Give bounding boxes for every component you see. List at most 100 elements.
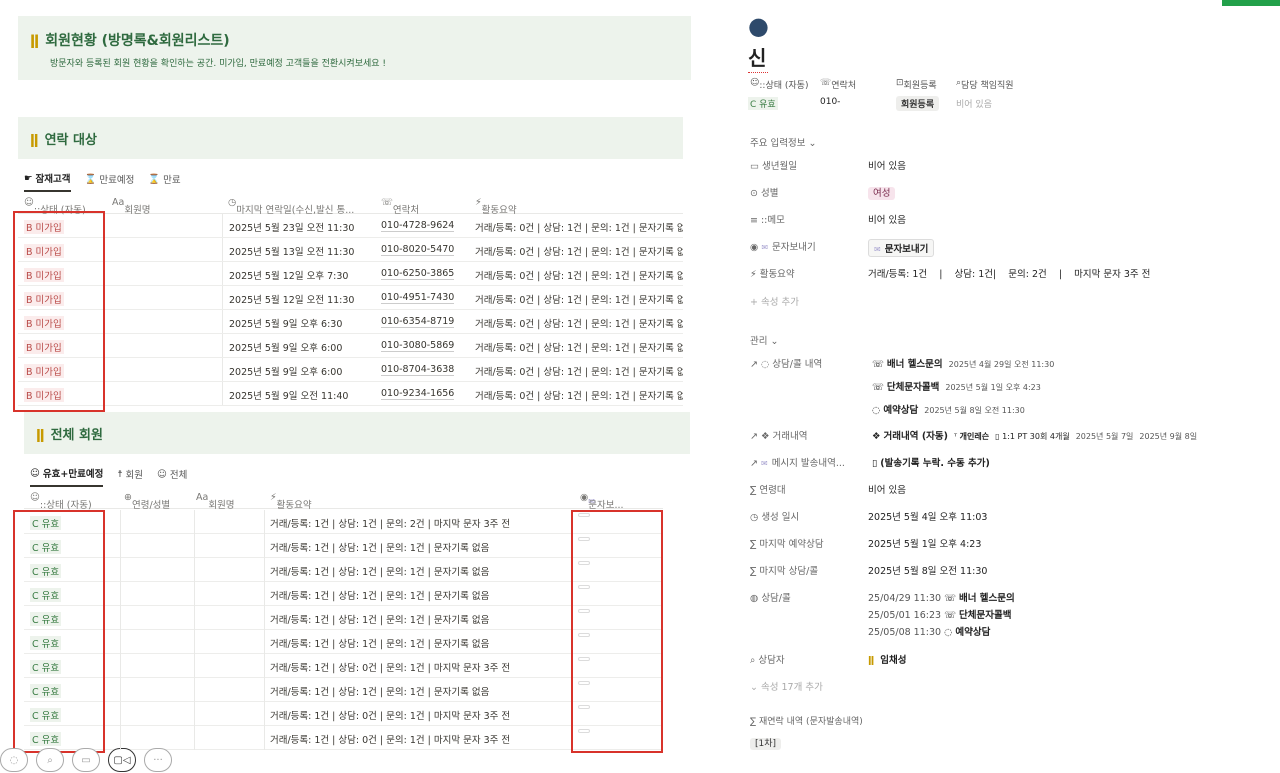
- table-row[interactable]: B 미가입●심2025년 5월 13일 오전 11:30010-8020-547…: [18, 238, 683, 262]
- relation-icon: ↗ ✉ 메시지 발송내역...: [750, 458, 845, 469]
- rollup-icon: ◍ 상담/콜: [750, 593, 791, 604]
- col-status-header[interactable]: ☺ ::상태 (자동): [30, 492, 92, 511]
- col-name-header[interactable]: Aa 회원명: [196, 492, 235, 511]
- activity-summary: 거래/등록: 0건 | 상담: 1건 | 문의: 1건 | 문자기록 없: [475, 367, 683, 378]
- activity-summary: 거래/등록: 1건 | 상담: 1건 | 문의: 1건 | 문자기록 없음: [270, 639, 490, 650]
- col-sms-header[interactable]: ◉ ✉ 문자보...: [580, 492, 624, 511]
- members-section-callout: ǁ 전체 회원: [24, 412, 690, 454]
- contact-section-callout: ǁ 연락 대상: [18, 117, 683, 159]
- hourglass-icon: ⌛: [148, 173, 161, 185]
- consult-item[interactable]: ◌ 예약상담 2025년 5월 8일 오전 11:30: [872, 402, 1025, 416]
- members-table-header: ☺ ::상태 (자동) ⊕ 연령/성별 Aa 회원명 ⚡ 활동요약 ◉ ✉ 문자보…: [24, 487, 663, 511]
- screen-icon[interactable]: ▭: [72, 748, 100, 772]
- table-row[interactable]: B 미가입●김2025년 5월 9일 오후 6:00010-8704-3638거…: [18, 358, 683, 382]
- manager-value[interactable]: 비어 있음: [956, 97, 992, 110]
- table-row[interactable]: B 미가입●김2025년 5월 23일 오전 11:30010-4728-962…: [18, 214, 683, 238]
- table-row[interactable]: B 미가입●방2025년 5월 9일 오전 11:40010-9234-1656…: [18, 382, 683, 406]
- activity-summary: 거래/등록: 1건 | 상담: 1건 | 문의: 1건 | 문자기록 없음: [270, 615, 490, 626]
- activity-summary: 거래/등록: 1건 | 상담: 1건 | 문의: 1건 | 문자기록 없음: [270, 543, 490, 554]
- table-row[interactable]: B 미가입●남2025년 5월 9일 오후 6:30010-6354-8719거…: [18, 310, 683, 334]
- tab-potential[interactable]: ☛ 잠재고객: [24, 171, 71, 192]
- msg-item[interactable]: ▯ (발송기록 누락. 수동 추가): [872, 455, 990, 469]
- calendar-icon: ▭ 생년월일: [750, 161, 797, 172]
- tab-expiring[interactable]: ⌛ 만료예정: [85, 171, 135, 192]
- sms-button[interactable]: ✉문자보내기: [868, 239, 935, 257]
- phone-value[interactable]: 010-3080-5869: [381, 340, 455, 352]
- activity-summary: 거래/등록: 0건 | 상담: 1건 | 문의: 1건 | 문자기록 없: [475, 223, 683, 234]
- column-divider: [264, 510, 265, 750]
- contact-tabs: ☛ 잠재고객 ⌛ 만료예정 ⌛ 만료: [24, 171, 181, 192]
- table-row[interactable]: B 미가입●장2025년 5월 12일 오후 7:30010-6250-3865…: [18, 262, 683, 286]
- last-contact-date: 2025년 5월 23일 오전 11:30: [229, 223, 355, 234]
- status-label: ☺ ::상태 (자동): [750, 78, 809, 91]
- relation-icon: ↗ ◌ 상담/콜 내역: [750, 359, 823, 370]
- detail-title[interactable]: 신: [748, 42, 769, 73]
- col-phone-header[interactable]: ☏ 연락처: [381, 197, 419, 216]
- consult-item[interactable]: ☏ 단체문자콜백 2025년 5월 1일 오후 4:23: [872, 379, 1041, 393]
- consult-item[interactable]: ☏ 배너 헬스문의 2025년 4월 29일 오전 11:30: [872, 356, 1054, 370]
- col-lastcontact-header[interactable]: ◷ 마지막 연락일(수신,발신 통...: [228, 197, 354, 216]
- register-value[interactable]: 회원등록: [896, 96, 940, 111]
- highlight-box-status: [13, 211, 105, 412]
- activity-summary: 거래/등록: 1건 | 상담: 0건 | 문의: 1건 | 마지막 문자 3주 …: [270, 735, 511, 746]
- highlight-box-status: [13, 510, 105, 753]
- avatar-icon: ●: [748, 12, 769, 40]
- hand-icon: ☛: [24, 172, 33, 184]
- status-value[interactable]: C 유효: [748, 97, 778, 110]
- last-contact-date: 2025년 5월 9일 오전 11:40: [229, 391, 349, 402]
- people-icon: ☺: [156, 468, 167, 480]
- button-prop-icon: ◉ ✉ 문자보내기: [750, 242, 816, 253]
- phone-value[interactable]: 010-8704-3638: [381, 364, 455, 376]
- col-activity-header[interactable]: ⚡ 활동요약: [270, 492, 312, 511]
- consult-call-line: 25/05/08 11:30 ◌ 예약상담: [868, 627, 991, 638]
- contact-label: ☏ 연락처: [820, 78, 857, 91]
- more-icon[interactable]: ···: [144, 748, 172, 772]
- hourglass-icon: ⌛: [84, 173, 97, 185]
- bottom-toolbar: ◌ ⌕ ▭ ▢◁ ···: [0, 748, 172, 772]
- tab-expired[interactable]: ⌛ 만료: [148, 171, 180, 192]
- column-divider: [120, 510, 121, 750]
- recontact-label: ∑ 재연락 내역 (문자발송내역): [750, 717, 863, 727]
- phone-value[interactable]: 010-9234-1656: [381, 388, 455, 400]
- phone-value[interactable]: 010-4951-7430: [381, 292, 455, 304]
- tab-all[interactable]: ☺ 전체: [157, 466, 187, 487]
- table-row[interactable]: B 미가입●김2025년 5월 9일 오후 6:00010-3080-5869거…: [18, 334, 683, 358]
- chat-icon[interactable]: ◌: [0, 748, 28, 772]
- register-label: ⊡ 회원등록: [896, 78, 937, 91]
- tab-valid-expiring[interactable]: ☺ 유효+만료예정: [30, 466, 104, 487]
- members-tabs: ☺ 유효+만료예정 ☨ 회원 ☺ 전체: [30, 466, 187, 487]
- tab-members[interactable]: ☨ 회원: [117, 466, 143, 487]
- phone-value[interactable]: 010-4728-9624: [381, 220, 455, 232]
- contact-value[interactable]: 010-: [820, 97, 840, 107]
- recontact-value[interactable]: [1차]: [750, 736, 782, 750]
- page-title: ǁ 회원현황 (방명록&회원리스트): [30, 33, 230, 49]
- activity-summary: 거래/등록: 0건 | 상담: 1건 | 문의: 1건 | 문자기록 없: [475, 247, 683, 258]
- phone-value[interactable]: 010-6354-8719: [381, 316, 455, 328]
- activity-summary: 거래/등록: 1건 | 상담: 0건 | 문의: 1건 | 마지막 문자 3주 …: [270, 711, 511, 722]
- last-contact-date: 2025년 5월 9일 오후 6:00: [229, 367, 343, 378]
- formula-icon: ∑ 마지막 예약상담: [750, 539, 824, 550]
- highlight-box-sms: [571, 510, 663, 753]
- last-contact-date: 2025년 5월 9일 오후 6:30: [229, 319, 343, 330]
- activity-summary: 거래/등록: 1건 | 상담: 1건 | 문의: 1건 | 문자기록 없음: [270, 687, 490, 698]
- detail-panel: ● 신 ☺ ::상태 (자동) ☏ 연락처 ⊡ 회원등록 ⌕ 담당 책임직원 C…: [748, 0, 1280, 773]
- manager-label: ⌕ 담당 책임직원: [956, 78, 1014, 91]
- manage-toggle[interactable]: 관리 ⌄: [750, 333, 778, 347]
- col-age-header[interactable]: ⊕ 연령/성별: [124, 492, 170, 511]
- more-properties-toggle[interactable]: ⌄ 속성 17개 추가: [750, 679, 823, 693]
- activity-summary: 거래/등록: 0건 | 상담: 1건 | 문의: 1건 | 문자기록 없: [475, 319, 683, 330]
- table-row[interactable]: B 미가입●송2025년 5월 12일 오전 11:30010-4951-743…: [18, 286, 683, 310]
- bulb-icon: ǁ: [30, 133, 39, 148]
- col-status-header[interactable]: ☺ ::상태 (자동): [24, 197, 86, 216]
- trade-item[interactable]: ❖ 거래내역 (자동) ᵀ 개인레슨 ▯ 1:1 PT 30회 4개월 2025년…: [872, 428, 1197, 442]
- search-icon[interactable]: ⌕: [36, 748, 64, 772]
- video-icon[interactable]: ▢◁: [108, 748, 136, 772]
- col-name-header[interactable]: Aa 회원명: [112, 197, 151, 216]
- col-activity-header[interactable]: ⚡ 활동요약: [475, 197, 517, 216]
- main-info-toggle[interactable]: 주요 입력정보 ⌄: [750, 135, 816, 149]
- person-walk-icon: ☨: [117, 468, 123, 480]
- phone-value[interactable]: 010-8020-5470: [381, 244, 455, 256]
- page-header-callout: ǁ 회원현황 (방명록&회원리스트) 방문자와 등록된 회원 현황을 확인하는 공…: [18, 16, 691, 80]
- add-property-button[interactable]: + 속성 추가: [750, 294, 799, 308]
- phone-value[interactable]: 010-6250-3865: [381, 268, 455, 280]
